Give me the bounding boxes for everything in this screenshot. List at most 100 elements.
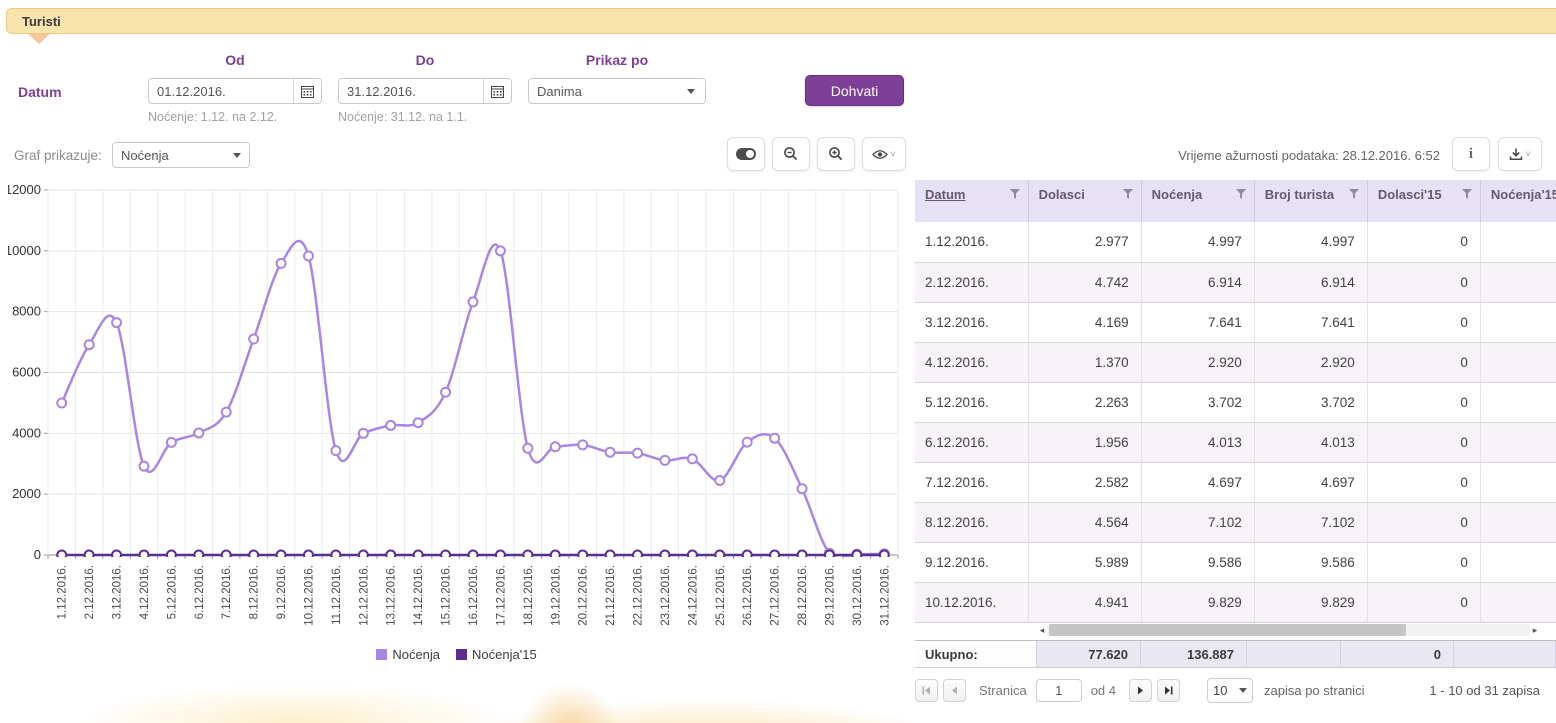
data-point[interactable] bbox=[469, 551, 478, 560]
data-point[interactable] bbox=[688, 454, 697, 463]
dohvati-button[interactable]: Dohvati bbox=[805, 75, 904, 106]
data-point[interactable] bbox=[359, 551, 368, 560]
data-point[interactable] bbox=[660, 551, 669, 560]
zoom-out-button[interactable] bbox=[772, 137, 810, 171]
data-point[interactable] bbox=[578, 551, 587, 560]
data-point[interactable] bbox=[414, 418, 423, 427]
table-row[interactable]: 5.12.2016.2.2633.7023.7020 bbox=[915, 382, 1556, 422]
date-from-input[interactable] bbox=[149, 84, 293, 99]
data-point[interactable] bbox=[359, 429, 368, 438]
data-point[interactable] bbox=[304, 252, 313, 261]
data-point[interactable] bbox=[441, 388, 450, 397]
data-point[interactable] bbox=[578, 440, 587, 449]
data-point[interactable] bbox=[85, 551, 94, 560]
series-visibility-button[interactable]: ˅ bbox=[862, 137, 906, 171]
data-point[interactable] bbox=[304, 551, 313, 560]
table-row[interactable]: 6.12.2016.1.9564.0134.0130 bbox=[915, 422, 1556, 462]
scrollbar-thumb[interactable] bbox=[1049, 624, 1406, 636]
filter-icon[interactable] bbox=[1010, 189, 1020, 199]
data-point[interactable] bbox=[112, 551, 121, 560]
data-point[interactable] bbox=[715, 551, 724, 560]
data-point[interactable] bbox=[331, 551, 340, 560]
data-point[interactable] bbox=[167, 551, 176, 560]
chart-toggle-button[interactable] bbox=[727, 137, 765, 171]
table-row[interactable]: 7.12.2016.2.5824.6974.6970 bbox=[915, 462, 1556, 502]
zoom-in-button[interactable] bbox=[817, 137, 855, 171]
data-point[interactable] bbox=[139, 462, 148, 471]
data-point[interactable] bbox=[606, 448, 615, 457]
table-row[interactable]: 8.12.2016.4.5647.1027.1020 bbox=[915, 502, 1556, 542]
data-point[interactable] bbox=[743, 551, 752, 560]
last-page-button[interactable] bbox=[1157, 679, 1180, 702]
data-point[interactable] bbox=[743, 438, 752, 447]
prikaz-po-select[interactable] bbox=[528, 78, 706, 104]
data-point[interactable] bbox=[798, 484, 807, 493]
data-point[interactable] bbox=[496, 551, 505, 560]
data-point[interactable] bbox=[331, 446, 340, 455]
data-point[interactable] bbox=[770, 434, 779, 443]
date-to-input[interactable] bbox=[339, 84, 483, 99]
data-point[interactable] bbox=[688, 551, 697, 560]
scroll-left-icon[interactable]: ◂ bbox=[1037, 625, 1047, 636]
export-button[interactable]: ˅ bbox=[1498, 137, 1542, 171]
table-row[interactable]: 9.12.2016.5.9899.5869.5860 bbox=[915, 542, 1556, 582]
data-point[interactable] bbox=[249, 551, 258, 560]
column-header-datum[interactable]: Datum bbox=[915, 180, 1028, 222]
date-to-calendar-button[interactable] bbox=[483, 79, 511, 103]
table-row[interactable]: 3.12.2016.4.1697.6417.6410 bbox=[915, 302, 1556, 342]
previous-page-button[interactable] bbox=[943, 679, 966, 702]
data-point[interactable] bbox=[551, 442, 560, 451]
data-point[interactable] bbox=[798, 551, 807, 560]
page-number-input[interactable] bbox=[1036, 679, 1082, 702]
table-row[interactable]: 2.12.2016.4.7426.9146.9140 bbox=[915, 262, 1556, 302]
table-row[interactable]: 10.12.2016.4.9419.8299.8290 bbox=[915, 582, 1556, 622]
date-from-calendar-button[interactable] bbox=[293, 79, 321, 103]
data-point[interactable] bbox=[57, 551, 66, 560]
column-header-no-enja-15[interactable]: Noćenja'15 bbox=[1480, 180, 1556, 222]
data-point[interactable] bbox=[139, 551, 148, 560]
data-point[interactable] bbox=[770, 551, 779, 560]
data-point[interactable] bbox=[167, 438, 176, 447]
data-point[interactable] bbox=[386, 551, 395, 560]
legend-item[interactable]: Noćenja bbox=[376, 647, 440, 662]
page-size-select[interactable]: 10 bbox=[1207, 678, 1253, 703]
data-point[interactable] bbox=[469, 297, 478, 306]
data-point[interactable] bbox=[57, 399, 66, 408]
info-button[interactable]: i bbox=[1452, 137, 1490, 171]
scrollbar-track[interactable] bbox=[1047, 624, 1530, 636]
data-point[interactable] bbox=[112, 318, 121, 327]
table-horizontal-scrollbar[interactable]: ◂ ▸ bbox=[1037, 622, 1540, 638]
data-point[interactable] bbox=[496, 246, 505, 255]
table-row[interactable]: 1.12.2016.2.9774.9974.9970 bbox=[915, 222, 1556, 262]
data-point[interactable] bbox=[660, 456, 669, 465]
column-header-broj-turista[interactable]: Broj turista bbox=[1254, 180, 1367, 222]
data-point[interactable] bbox=[194, 428, 203, 437]
column-header-dolasci[interactable]: Dolasci bbox=[1028, 180, 1141, 222]
data-point[interactable] bbox=[606, 551, 615, 560]
next-page-button[interactable] bbox=[1129, 679, 1152, 702]
filter-icon[interactable] bbox=[1462, 189, 1472, 199]
filter-icon[interactable] bbox=[1236, 189, 1246, 199]
data-point[interactable] bbox=[880, 551, 889, 560]
data-point[interactable] bbox=[523, 551, 532, 560]
data-point[interactable] bbox=[85, 340, 94, 349]
data-point[interactable] bbox=[249, 334, 258, 343]
column-header-no-enja[interactable]: Noćenja bbox=[1141, 180, 1254, 222]
data-point[interactable] bbox=[825, 551, 834, 560]
data-point[interactable] bbox=[277, 551, 286, 560]
data-point[interactable] bbox=[633, 551, 642, 560]
prikaz-po-dropdown-button[interactable] bbox=[677, 79, 705, 103]
data-point[interactable] bbox=[194, 551, 203, 560]
data-point[interactable] bbox=[222, 551, 231, 560]
filter-icon[interactable] bbox=[1349, 189, 1359, 199]
data-point[interactable] bbox=[852, 551, 861, 560]
filter-icon[interactable] bbox=[1123, 189, 1133, 199]
graf-prikazuje-select[interactable] bbox=[112, 142, 250, 168]
data-point[interactable] bbox=[277, 259, 286, 268]
column-header-dolasci-15[interactable]: Dolasci'15 bbox=[1367, 180, 1480, 222]
data-point[interactable] bbox=[414, 551, 423, 560]
data-point[interactable] bbox=[222, 408, 231, 417]
legend-item[interactable]: Noćenja'15 bbox=[456, 647, 537, 662]
data-point[interactable] bbox=[441, 551, 450, 560]
scroll-right-icon[interactable]: ▸ bbox=[1530, 625, 1540, 636]
